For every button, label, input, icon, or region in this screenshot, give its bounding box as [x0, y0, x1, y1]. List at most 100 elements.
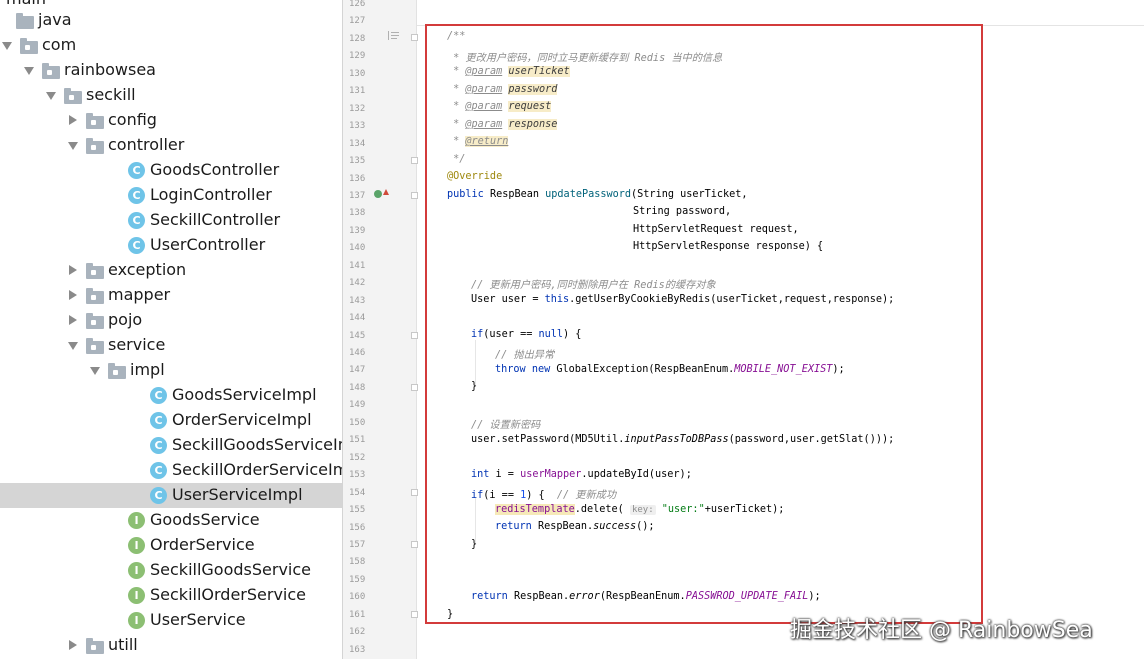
- tree-row-label: mapper: [108, 285, 171, 304]
- line-number: 158: [349, 557, 366, 568]
- line-number: 145: [349, 330, 366, 341]
- class-icon: C: [128, 212, 145, 229]
- override-method-icon[interactable]: [374, 190, 382, 198]
- line-number: 163: [349, 644, 366, 655]
- tree-row-utill[interactable]: utill: [0, 633, 342, 658]
- chevron-down-icon[interactable]: [68, 142, 78, 150]
- tree-row-com[interactable]: com: [0, 33, 342, 58]
- tree-row-orderserviceimpl[interactable]: C OrderServiceImpl: [0, 408, 342, 433]
- tree-row-label: GoodsService: [150, 510, 260, 529]
- tree-row-orderservice[interactable]: I OrderService: [0, 533, 342, 558]
- tree-row-label: OrderService: [150, 535, 255, 554]
- package-icon: [86, 338, 104, 354]
- class-icon: C: [150, 412, 167, 429]
- tree-row-config[interactable]: config: [0, 108, 342, 133]
- chevron-down-icon[interactable]: [68, 342, 78, 350]
- chevron-down-icon[interactable]: [46, 92, 56, 100]
- tree-row-seckill[interactable]: seckill: [0, 83, 342, 108]
- tree-row-pojo[interactable]: pojo: [0, 308, 342, 333]
- line-number: 154: [349, 487, 366, 498]
- chevron-right-icon[interactable]: [69, 290, 77, 300]
- class-icon: C: [150, 387, 167, 404]
- tree-row-goodsservice[interactable]: I GoodsService: [0, 508, 342, 533]
- line-number: 153: [349, 470, 366, 481]
- tree-row-label: SeckillController: [150, 210, 281, 229]
- package-icon: [64, 88, 82, 104]
- tree-row-userservice[interactable]: I UserService: [0, 608, 342, 633]
- line-number: 144: [349, 313, 366, 324]
- line-number: 161: [349, 609, 366, 620]
- package-icon: [108, 363, 126, 379]
- tree-row-impl[interactable]: impl: [0, 358, 342, 383]
- tree-row-rainbowsea[interactable]: rainbowsea: [0, 58, 342, 83]
- tree-row-label: UserService: [150, 610, 246, 629]
- tree-row-service[interactable]: service: [0, 333, 342, 358]
- line-number: 131: [349, 86, 366, 97]
- tree-row-label: impl: [130, 360, 165, 379]
- line-number: 129: [349, 51, 366, 62]
- chevron-right-icon[interactable]: [69, 115, 77, 125]
- line-number: 147: [349, 365, 366, 376]
- package-icon: [86, 288, 104, 304]
- tree-row-userserviceimpl[interactable]: C UserServiceImpl: [0, 483, 342, 508]
- tree-row-goodsserviceimpl[interactable]: C GoodsServiceImpl: [0, 383, 342, 408]
- tree-row-controller[interactable]: controller: [0, 133, 342, 158]
- fold-marker-icon[interactable]: [388, 31, 401, 40]
- tree-row-label: LoginController: [150, 185, 272, 204]
- chevron-down-icon[interactable]: [24, 67, 34, 75]
- tree-row-usercontroller[interactable]: C UserController: [0, 233, 342, 258]
- tree-row-label: utill: [108, 635, 138, 654]
- tree-row-label: UserController: [150, 235, 266, 254]
- tree-row-label: GoodsController: [150, 160, 280, 179]
- interface-icon: I: [128, 562, 145, 579]
- tree-row-java[interactable]: java: [0, 8, 342, 33]
- chevron-down-icon[interactable]: [2, 42, 12, 50]
- line-number: 128: [349, 33, 366, 44]
- tree-row-seckillorderserviceimp[interactable]: C SeckillOrderServiceImp: [0, 458, 342, 483]
- line-number: 141: [349, 260, 366, 271]
- tree-row-label: SeckillOrderService: [150, 585, 306, 604]
- class-icon: C: [128, 162, 145, 179]
- tree-row-label: UserServiceImpl: [172, 485, 303, 504]
- package-icon: [86, 313, 104, 329]
- tree-row-seckillgoodsservice[interactable]: I SeckillGoodsService: [0, 558, 342, 583]
- chevron-right-icon[interactable]: [69, 315, 77, 325]
- class-icon: C: [128, 187, 145, 204]
- interface-icon: I: [128, 537, 145, 554]
- line-number: 130: [349, 68, 366, 79]
- tree-row-seckillorderservice[interactable]: I SeckillOrderService: [0, 583, 342, 608]
- tree-row-exception[interactable]: exception: [0, 258, 342, 283]
- line-number: 155: [349, 505, 366, 516]
- line-number: 150: [349, 417, 366, 428]
- line-number: 149: [349, 400, 366, 411]
- tree-row-seckillgoodsserviceimp[interactable]: C SeckillGoodsServiceImp: [0, 433, 342, 458]
- chevron-right-icon[interactable]: [69, 640, 77, 650]
- line-number: 126: [349, 0, 366, 9]
- line-number: 143: [349, 295, 366, 306]
- package-icon: [86, 263, 104, 279]
- tree-row-goodscontroller[interactable]: C GoodsController: [0, 158, 342, 183]
- line-number: 137: [349, 190, 366, 201]
- tree-row-mapper[interactable]: mapper: [0, 283, 342, 308]
- chevron-down-icon[interactable]: [90, 367, 100, 375]
- package-icon: [86, 113, 104, 129]
- line-number: 151: [349, 435, 366, 446]
- tree-row-seckillcontroller[interactable]: C SeckillController: [0, 208, 342, 233]
- tree-row-label: config: [108, 110, 157, 129]
- class-icon: C: [128, 237, 145, 254]
- tree-row-label: com: [42, 35, 77, 54]
- interface-icon: I: [128, 587, 145, 604]
- tree-row-label: controller: [108, 135, 185, 154]
- line-number: 146: [349, 348, 366, 358]
- tree-row-label: pojo: [108, 310, 143, 329]
- line-number: 134: [349, 138, 366, 149]
- tree-row-label: java: [38, 10, 72, 29]
- override-arrow-icon: [383, 189, 389, 195]
- tree-row-logincontroller[interactable]: C LoginController: [0, 183, 342, 208]
- chevron-right-icon[interactable]: [69, 265, 77, 275]
- watermark: 掘金技术社区 @ RainbowSea: [790, 618, 1093, 643]
- tree-row-label: rainbowsea: [64, 60, 156, 79]
- editor-gutter: 126 127 128 129 130 131 132 133 134 135 136 137 138 1…: [343, 0, 418, 659]
- line-number: 142: [349, 278, 366, 289]
- project-tree-panel: main java com rainbowsea seckill config contr…: [0, 0, 343, 659]
